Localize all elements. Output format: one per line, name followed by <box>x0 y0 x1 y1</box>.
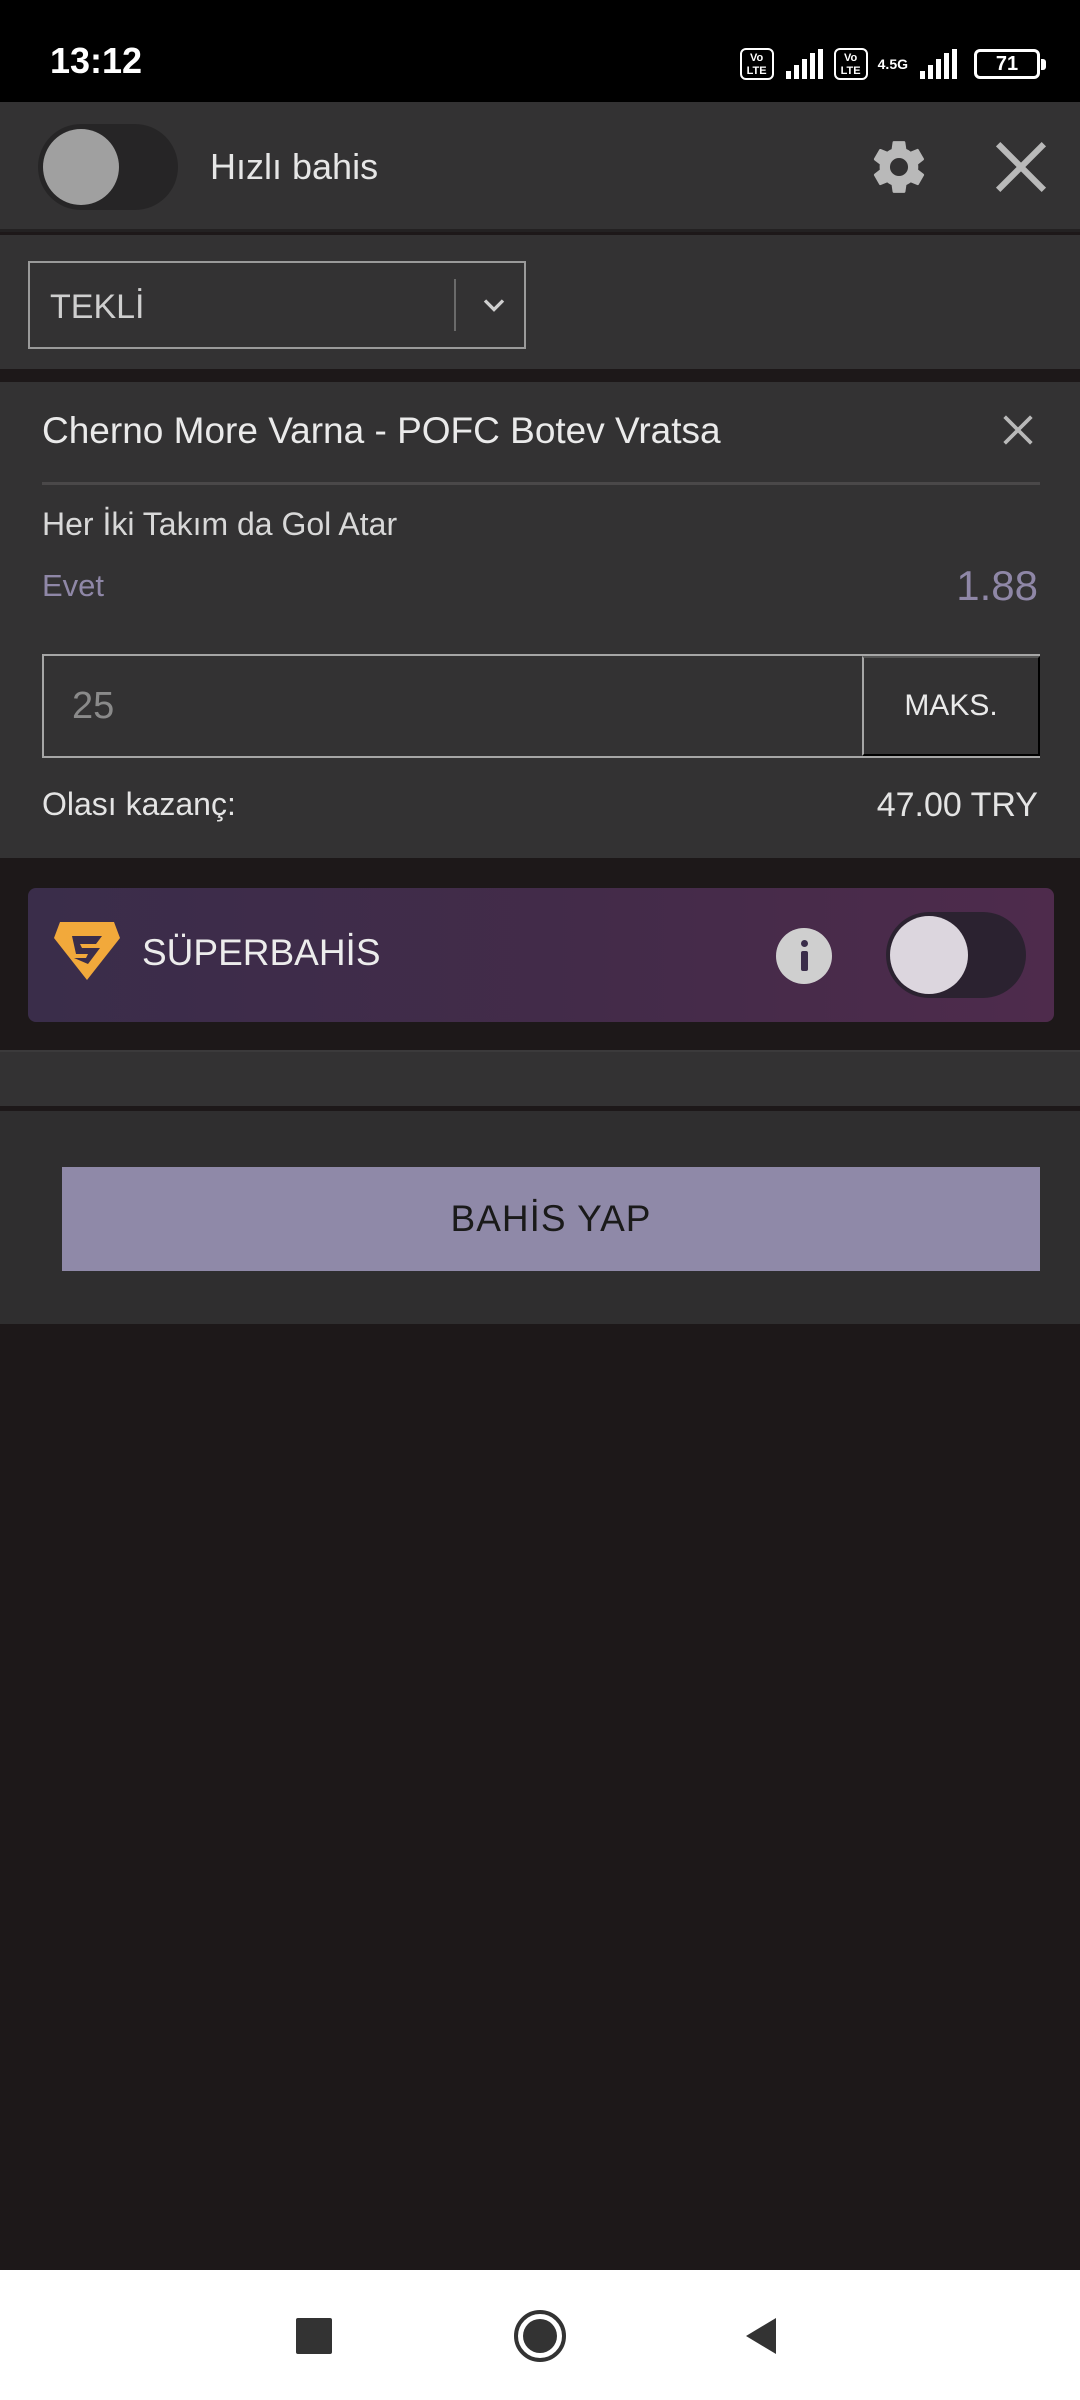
battery-icon: 71 <box>974 49 1046 79</box>
status-icons: Vo LTE Vo LTE 4.5G 71 <box>739 46 1046 82</box>
toggle-knob <box>890 916 968 994</box>
signal-icon <box>920 49 957 79</box>
back-icon[interactable] <box>738 2312 786 2360</box>
super-bet-section: SÜPERBAHİS <box>0 858 1080 1050</box>
stake-box: MAKS. <box>42 654 1040 758</box>
max-stake-button[interactable]: MAKS. <box>862 656 1040 756</box>
market-name: Her İki Takım da Gol Atar <box>42 506 398 542</box>
potential-win-value: 47.00 TRY <box>876 786 1038 824</box>
super-bet-toggle[interactable] <box>886 912 1026 998</box>
bet-card: Cherno More Varna - POFC Botev Vratsa He… <box>0 382 1080 858</box>
volte-icon: Vo LTE <box>833 48 868 80</box>
divider <box>42 482 1040 485</box>
select-divider <box>454 279 456 331</box>
gear-icon[interactable] <box>868 136 930 198</box>
quick-bet-toggle[interactable] <box>38 124 178 210</box>
super-bet-label: SÜPERBAHİS <box>142 932 381 973</box>
potential-win-label: Olası kazanç: <box>42 786 236 822</box>
recent-apps-icon[interactable] <box>296 2318 332 2354</box>
status-bar: 13:12 Vo LTE Vo LTE 4.5G 71 <box>0 0 1080 102</box>
signal-icon <box>785 49 823 79</box>
remove-bet-icon[interactable] <box>998 410 1038 450</box>
selection-name: Evet <box>42 568 105 603</box>
submit-area: BAHİS YAP <box>0 1108 1080 1324</box>
status-time: 13:12 <box>50 40 143 81</box>
bet-type-value: TEKLİ <box>50 288 145 326</box>
super-bet-card: SÜPERBAHİS <box>28 888 1054 1022</box>
toggle-knob <box>43 129 119 205</box>
network-type: 4.5G <box>877 56 908 72</box>
quick-bet-label: Hızlı bahis <box>210 146 379 187</box>
navigation-bar <box>0 2270 1080 2400</box>
bet-type-row: TEKLİ <box>0 235 1080 375</box>
volte-icon: Vo LTE <box>739 48 774 80</box>
spacer-strip <box>0 1050 1080 1106</box>
betslip-header: Hızlı bahis <box>0 102 1080 232</box>
place-bet-button[interactable]: BAHİS YAP <box>62 1167 1040 1271</box>
match-title: Cherno More Varna - POFC Botev Vratsa <box>42 410 721 451</box>
stake-input[interactable] <box>44 656 864 756</box>
info-icon[interactable] <box>776 928 832 984</box>
bet-type-select[interactable]: TEKLİ <box>28 261 526 349</box>
home-icon[interactable] <box>512 2308 568 2364</box>
super-bet-logo-icon <box>54 922 120 980</box>
chevron-down-icon <box>483 299 505 312</box>
battery-level: 71 <box>995 53 1019 75</box>
close-icon[interactable] <box>990 136 1052 198</box>
odds-value: 1.88 <box>956 562 1038 609</box>
